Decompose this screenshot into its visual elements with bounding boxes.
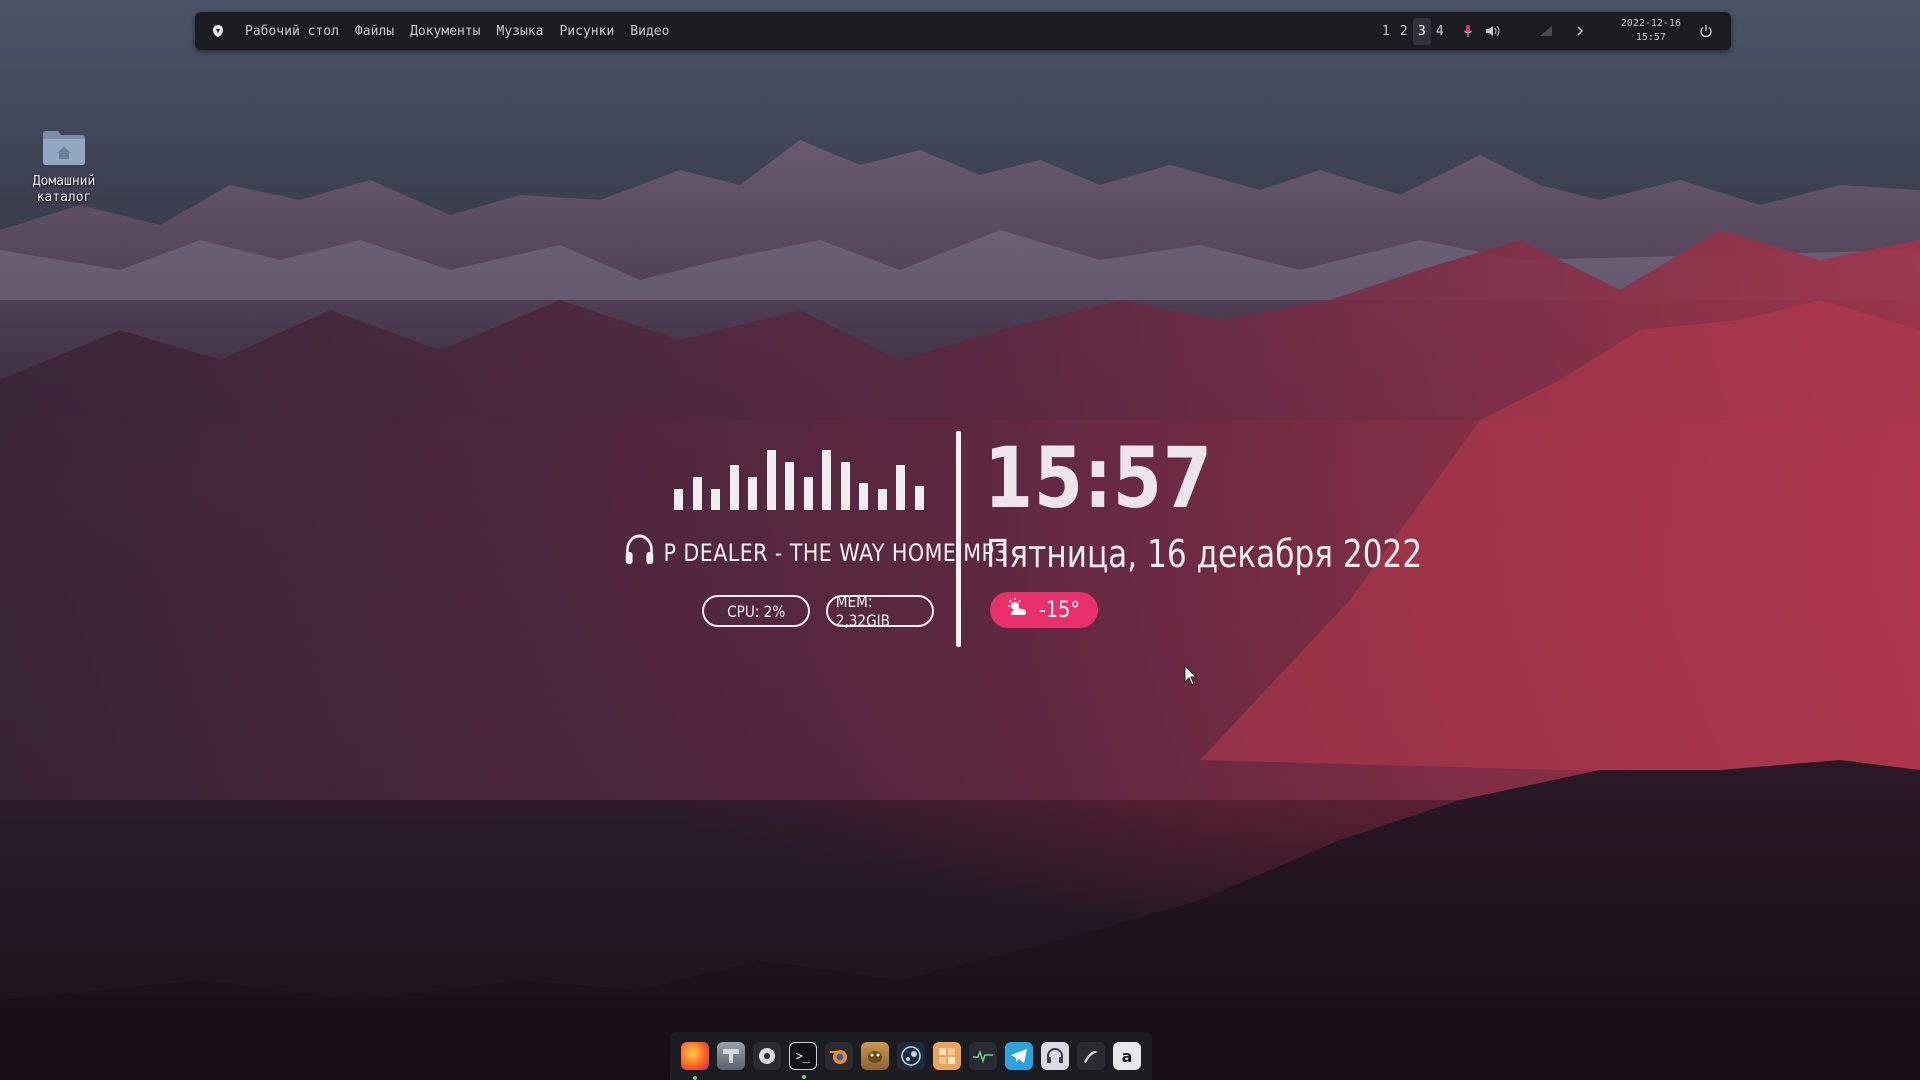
memory-usage-badge: MEM: 2,32GIB (826, 592, 934, 630)
disk-utility-icon[interactable] (717, 1042, 745, 1070)
volume-icon[interactable] (1485, 22, 1503, 40)
folder-icon (41, 128, 87, 166)
visualizer-bar (914, 486, 924, 510)
menu-pictures[interactable]: Рисунки (559, 24, 614, 39)
visualizer-bar (822, 450, 831, 510)
visualizer-bar (840, 462, 850, 510)
menu-files[interactable]: Файлы (355, 24, 394, 39)
workspace-4[interactable]: 4 (1431, 18, 1449, 45)
terminal-icon[interactable]: >_ (789, 1042, 817, 1079)
memory-usage-text: MEM: 2,32GIB (835, 592, 890, 630)
visualizer-bar (877, 489, 887, 510)
workspace-switcher: 1 2 3 4 (1377, 17, 1449, 45)
steam-icon[interactable] (897, 1042, 925, 1070)
system-tray (1459, 22, 1589, 40)
workspace-1[interactable]: 1 (1377, 18, 1395, 45)
audio-visualizer (674, 450, 930, 510)
menu-music[interactable]: Музыка (497, 24, 544, 39)
chevron-right-icon[interactable] (1571, 22, 1589, 40)
sun-behind-cloud-icon (1006, 597, 1028, 623)
home-folder-label-line2: каталог (36, 190, 92, 205)
workspace-3[interactable]: 3 (1412, 17, 1431, 45)
cpu-usage-badge: CPU: 2% (702, 595, 810, 627)
mouse-cursor-icon (1184, 665, 1198, 686)
visualizer-bar (896, 465, 905, 510)
visualizer-bar (674, 489, 683, 510)
workspace-2[interactable]: 2 (1395, 18, 1413, 45)
appstore-icon[interactable]: a (1113, 1042, 1141, 1070)
running-indicator (693, 1076, 697, 1080)
visualizer-bar (803, 477, 813, 510)
weather-badge: -15° (990, 592, 1098, 628)
now-playing: P DEALER - THE WAY HOME.MP3 (624, 534, 1008, 572)
home-folder-label-line1: Домашний (32, 174, 96, 189)
panel-clock[interactable]: 2022-12-16 15:57 (1621, 17, 1681, 45)
visualizer-bar (692, 477, 702, 510)
running-indicator (802, 1075, 806, 1079)
power-icon[interactable] (1697, 22, 1715, 40)
blender-icon[interactable] (825, 1042, 853, 1070)
system-settings-icon[interactable] (753, 1042, 781, 1070)
widget-clock: 15:57 (984, 429, 1213, 527)
application-dock: >_ a (670, 1032, 1152, 1080)
visualizer-bar (785, 462, 794, 510)
widget-date: Пятница, 16 декабря 2022 (986, 532, 1423, 576)
gimp-icon[interactable] (861, 1042, 889, 1070)
menu-desktop[interactable]: Рабочий стол (245, 24, 339, 39)
cpu-usage-text: CPU: 2% (726, 601, 786, 621)
panel-time: 15:57 (1635, 32, 1666, 43)
menu-documents[interactable]: Документы (410, 24, 480, 39)
visualizer-bar (859, 483, 868, 510)
telegram-icon[interactable] (1005, 1042, 1033, 1070)
weather-temperature: -15° (1038, 597, 1080, 623)
widget-divider (956, 431, 961, 647)
file-manager-icon[interactable] (933, 1042, 961, 1070)
inkscape-icon[interactable] (1077, 1042, 1105, 1070)
visualizer-bar (711, 489, 720, 510)
firefox-icon[interactable] (681, 1042, 709, 1080)
music-player-icon[interactable] (1041, 1042, 1069, 1070)
visualizer-bar (766, 450, 776, 510)
system-monitor-icon[interactable] (969, 1042, 997, 1070)
distro-logo-icon[interactable] (209, 22, 227, 40)
visualizer-bar (748, 477, 757, 510)
visualizer-bar (729, 465, 739, 510)
headphones-icon (624, 534, 655, 572)
menu-videos[interactable]: Видео (630, 24, 669, 39)
top-panel: Рабочий стол Файлы Документы Музыка Рису… (195, 12, 1731, 50)
microphone-icon[interactable] (1459, 22, 1477, 40)
network-icon[interactable] (1537, 22, 1555, 40)
panel-date: 2022-12-16 (1620, 18, 1681, 29)
home-folder-desktop-icon[interactable]: Домашний каталог (22, 124, 106, 206)
